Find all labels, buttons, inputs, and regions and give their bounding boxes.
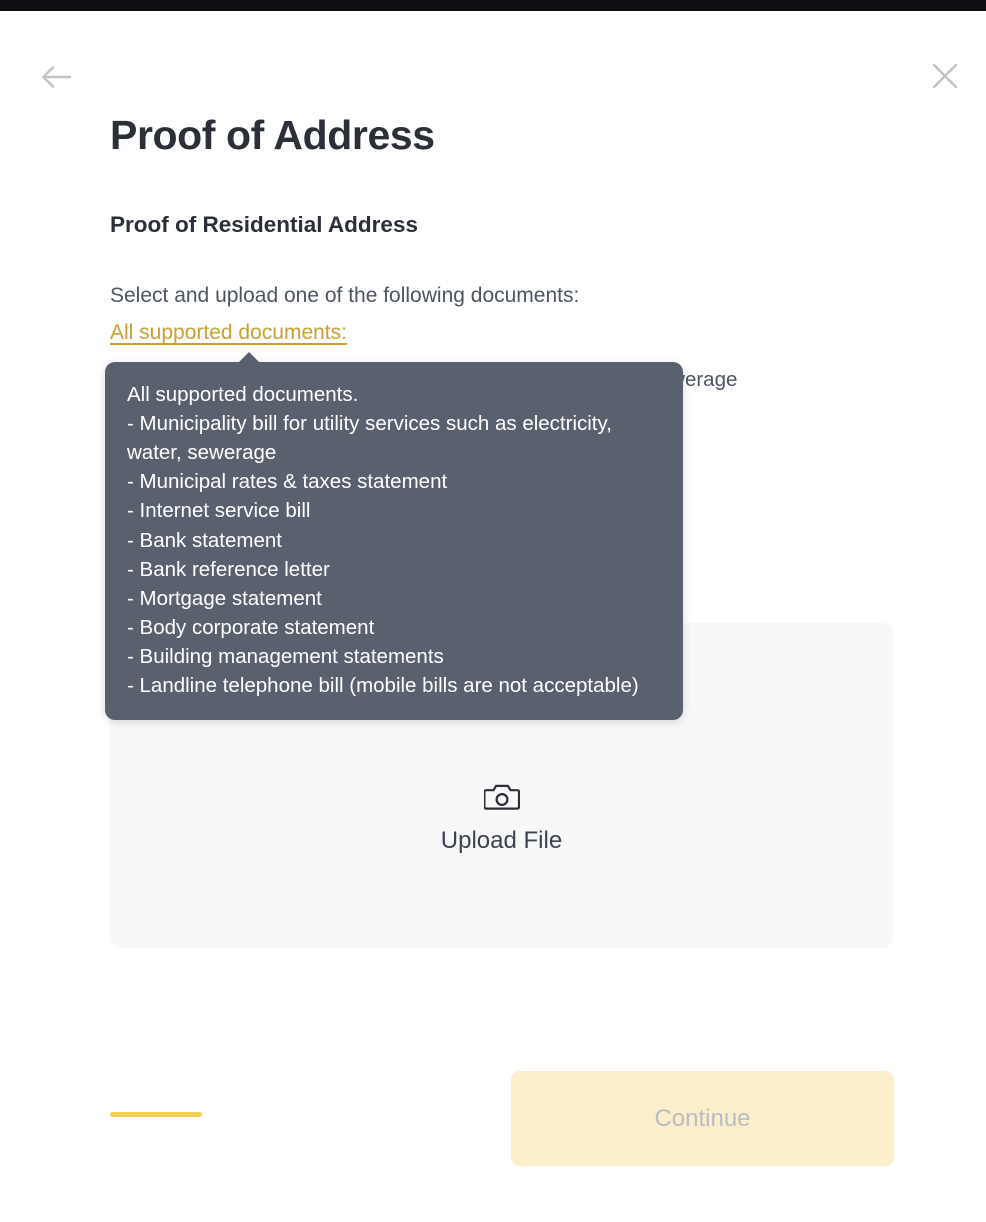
tooltip-arrow bbox=[238, 352, 260, 363]
proof-of-address-screen: Proof of Address Proof of Residential Ad… bbox=[0, 11, 986, 1222]
page-title: Proof of Address bbox=[110, 112, 435, 158]
tooltip-content: All supported documents. - Municipality … bbox=[127, 383, 639, 698]
upload-inner: Upload File bbox=[441, 781, 562, 854]
all-supported-documents-link[interactable]: All supported documents: bbox=[110, 320, 347, 346]
section-title: Proof of Residential Address bbox=[110, 212, 418, 237]
arrow-left-icon bbox=[40, 64, 72, 90]
supported-documents-tooltip: All supported documents. - Municipality … bbox=[105, 362, 683, 721]
close-icon bbox=[931, 62, 959, 90]
close-button[interactable] bbox=[922, 53, 968, 99]
back-button[interactable] bbox=[34, 55, 78, 99]
camera-icon bbox=[482, 781, 520, 816]
instruction-text: Select and upload one of the following d… bbox=[110, 284, 580, 307]
continue-button[interactable]: Continue bbox=[511, 1071, 894, 1166]
progress-bar-fill bbox=[110, 1112, 202, 1117]
upload-file-label: Upload File bbox=[440, 826, 563, 854]
progress-bar bbox=[110, 1112, 202, 1117]
device-status-bar bbox=[0, 0, 986, 11]
